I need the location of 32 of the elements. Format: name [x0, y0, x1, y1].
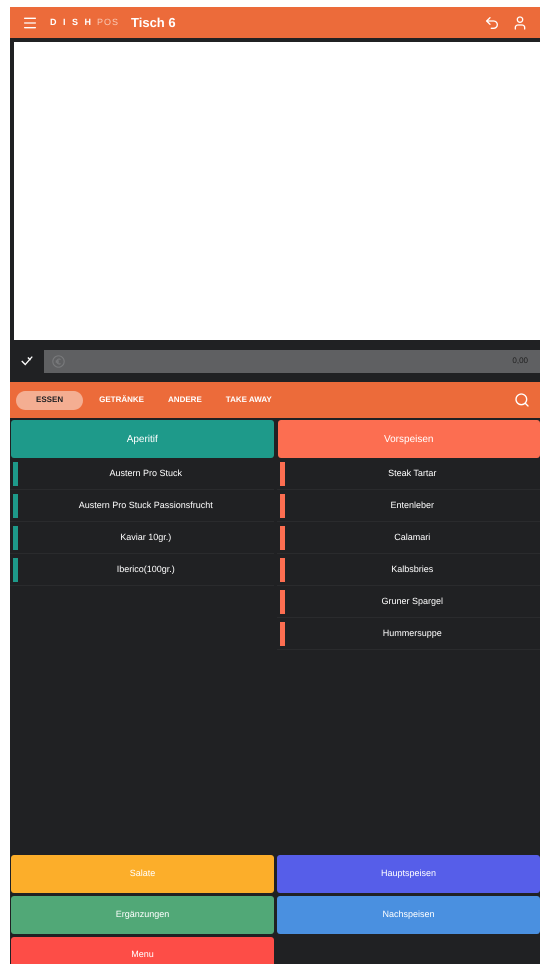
- amount-value: 0,00: [512, 355, 528, 367]
- item-name: Austern Pro Stuck Passionsfrucht: [78, 498, 214, 512]
- user-icon[interactable]: [512, 14, 528, 30]
- menu-item[interactable]: Kaviar 10gr.): [10, 522, 274, 554]
- item-name: Kaviar 10gr.): [119, 530, 172, 544]
- item-name: Austern Pro Stuck: [108, 466, 184, 480]
- category-button[interactable]: Hauptspeisen: [277, 855, 540, 893]
- menu-icon[interactable]: [22, 14, 38, 30]
- euro-icon: [52, 354, 65, 368]
- item-name: Entenleber: [389, 498, 436, 512]
- back-icon[interactable]: [484, 14, 500, 30]
- item-name: Gruner Spargel: [380, 594, 444, 608]
- menu-item[interactable]: Austern Pro Stuck: [10, 458, 274, 490]
- edit-check-icon[interactable]: [20, 354, 34, 368]
- item-name: Kalbsbries: [390, 562, 434, 576]
- menu-item[interactable]: Steak Tartar: [276, 458, 540, 490]
- search-icon[interactable]: [514, 392, 530, 408]
- item-name: Steak Tartar: [387, 466, 438, 480]
- menu-item[interactable]: Entenleber: [276, 490, 540, 522]
- logo: D I S H: [50, 16, 94, 29]
- category-tab[interactable]: ESSEN: [16, 390, 84, 410]
- menu-item[interactable]: Iberico(100gr.): [10, 554, 274, 586]
- menu-item[interactable]: Gruner Spargel: [276, 586, 540, 618]
- item-name: Hummersuppe: [382, 626, 443, 640]
- logo-suffix: POS: [97, 16, 120, 29]
- menu-item[interactable]: Kalbsbries: [276, 554, 540, 586]
- item-name: Calamari: [393, 530, 432, 544]
- item-name: Iberico(100gr.): [116, 562, 176, 576]
- menu-item[interactable]: Calamari: [276, 522, 540, 554]
- menu-item[interactable]: Hummersuppe: [276, 618, 540, 650]
- menu-item[interactable]: Austern Pro Stuck Passionsfrucht: [10, 490, 274, 522]
- table-title: Tisch 6: [131, 14, 176, 32]
